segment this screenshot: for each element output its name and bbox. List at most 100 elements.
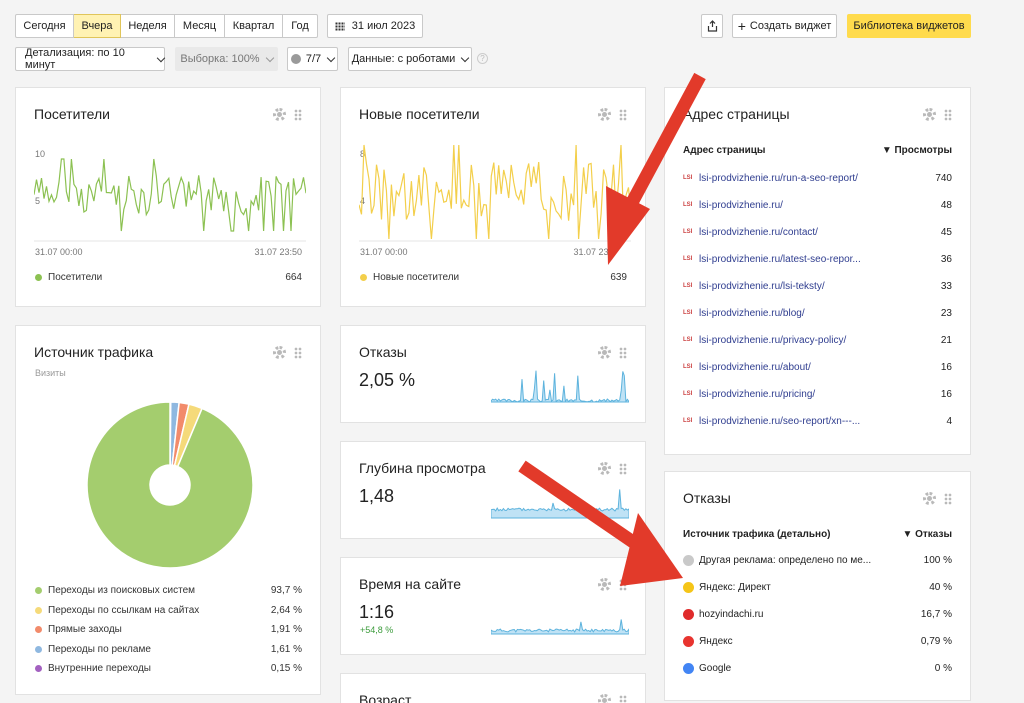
table-row[interactable]: LSI lsi-prodvizhenie.ru/run-a-seo-report/… — [683, 170, 952, 186]
segments-dropdown[interactable]: 7/7 — [287, 47, 338, 71]
column-header-bounce[interactable]: ▼ Отказы — [902, 529, 952, 540]
legend-dot — [35, 665, 42, 672]
chevron-down-icon — [326, 53, 336, 62]
share-icon — [707, 20, 717, 32]
data-filter-dropdown[interactable]: Данные: с роботами — [348, 47, 472, 71]
legend-item[interactable]: Переходы по ссылкам на сайтах — [35, 605, 199, 616]
drag-handle-icon[interactable] — [619, 108, 627, 121]
x-tick: 31.07 23: — [573, 247, 611, 257]
legend-item[interactable]: Внутренние переходы — [35, 663, 151, 674]
metric-value: 2,05 % — [359, 370, 416, 390]
page-url-link[interactable]: lsi-prodvizhenie.ru/blog/ — [699, 308, 902, 319]
widget-library-button[interactable]: Библиотека виджетов — [847, 14, 971, 38]
column-header-views[interactable]: ▼ Просмотры — [882, 145, 952, 156]
legend-dot — [35, 606, 42, 614]
segment-icon — [290, 54, 301, 64]
widget-title: Новые посетители — [359, 106, 480, 122]
bounce-by-source-widget: Отказы Источник трафика (детально) ▼ Отк… — [664, 471, 971, 701]
gear-icon[interactable] — [598, 346, 611, 359]
page-url-link[interactable]: lsi-prodvizhenie.ru/run-a-seo-report/ — [699, 173, 902, 184]
depth-sparkline — [491, 489, 629, 519]
gear-icon[interactable] — [273, 108, 286, 121]
source-icon — [683, 554, 694, 566]
page-url-link[interactable]: lsi-prodvizhenie.ru/privacy-policy/ — [699, 335, 902, 346]
gear-icon[interactable] — [923, 492, 936, 505]
site-favicon-icon: LSI — [683, 283, 693, 289]
table-row[interactable]: LSI lsi-prodvizhenie.ru/privacy-policy/21 — [683, 332, 952, 348]
date-picker-button[interactable]: 31 июл 2023 — [327, 14, 423, 38]
bounce-value: 0,79 % — [920, 635, 952, 647]
drag-handle-icon[interactable] — [294, 346, 302, 359]
site-favicon-icon: LSI — [683, 202, 693, 208]
period-year[interactable]: Год — [283, 14, 318, 38]
drag-handle-icon[interactable] — [619, 462, 627, 475]
pie-slice[interactable] — [86, 401, 254, 569]
table-row[interactable]: LSI lsi-prodvizhenie.ru/about/16 — [683, 359, 952, 375]
period-selector: Сегодня Вчера Неделя Месяц Квартал Год — [15, 14, 318, 38]
page-url-link[interactable]: lsi-prodvizhenie.ru/contact/ — [699, 227, 902, 238]
legend-item[interactable]: Переходы из поисковых систем — [35, 585, 195, 596]
table-row[interactable]: Другая реклама: определено по ме... 100 % — [683, 552, 952, 568]
source-icon — [683, 662, 694, 674]
table-row[interactable]: LSI lsi-prodvizhenie.ru/lsi-teksty/33 — [683, 278, 952, 294]
period-month[interactable]: Месяц — [175, 14, 225, 38]
gear-icon[interactable] — [273, 346, 286, 359]
gear-icon[interactable] — [598, 578, 611, 591]
chevron-down-icon — [461, 53, 470, 62]
legend-item[interactable]: Посетители — [35, 272, 102, 283]
metric-value: 1,48 — [359, 486, 395, 506]
drag-handle-icon[interactable] — [944, 108, 952, 121]
create-widget-button[interactable]: + Создать виджет — [732, 14, 837, 38]
detail-dropdown[interactable]: Детализация: по 10 минут — [15, 47, 166, 71]
legend-item[interactable]: Новые посетители — [360, 272, 459, 283]
source-name: hozyindachi.ru — [699, 608, 764, 620]
drag-handle-icon[interactable] — [619, 694, 627, 703]
page-url-link[interactable]: lsi-prodvizhenie.ru/ — [699, 200, 902, 211]
export-button[interactable] — [701, 14, 723, 38]
gear-icon[interactable] — [598, 108, 611, 121]
page-url-link[interactable]: lsi-prodvizhenie.ru/pricing/ — [699, 389, 902, 400]
page-url-link[interactable]: lsi-prodvizhenie.ru/latest-seo-repor... — [699, 254, 902, 265]
legend-item[interactable]: Прямые заходы — [35, 624, 122, 635]
table-row[interactable]: Яндекс 0,79 % — [683, 633, 952, 649]
total-value: 639 — [610, 272, 627, 283]
drag-handle-icon[interactable] — [619, 346, 627, 359]
table-row[interactable]: LSI lsi-prodvizhenie.ru/latest-seo-repor.… — [683, 251, 952, 267]
sample-dropdown[interactable]: Выборка: 100% — [175, 47, 278, 71]
source-icon — [683, 581, 694, 593]
views-value: 33 — [940, 280, 952, 292]
period-quarter[interactable]: Квартал — [225, 14, 283, 38]
gear-icon[interactable] — [923, 108, 936, 121]
gear-icon[interactable] — [598, 694, 611, 703]
page-url-link[interactable]: lsi-prodvizhenie.ru/about/ — [699, 362, 902, 373]
views-value: 16 — [940, 388, 952, 400]
source-icon — [683, 608, 694, 620]
widget-title: Отказы — [359, 344, 407, 360]
drag-handle-icon[interactable] — [944, 492, 952, 505]
period-today[interactable]: Сегодня — [15, 14, 74, 38]
drag-handle-icon[interactable] — [294, 108, 302, 121]
help-icon[interactable]: ? — [477, 53, 488, 64]
bounce-sparkline — [491, 370, 629, 403]
widget-title: Источник трафика — [34, 344, 154, 360]
legend-item[interactable]: Переходы по рекламе — [35, 644, 151, 655]
table-row[interactable]: LSI lsi-prodvizhenie.ru/pricing/16 — [683, 386, 952, 402]
views-value: 21 — [940, 334, 952, 346]
table-row[interactable]: LSI lsi-prodvizhenie.ru/48 — [683, 197, 952, 213]
period-week[interactable]: Неделя — [121, 14, 175, 38]
table-row[interactable]: LSI lsi-prodvizhenie.ru/seo-report/xn---.… — [683, 413, 952, 429]
table-row[interactable]: Яндекс: Директ 40 % — [683, 579, 952, 595]
table-row[interactable]: Google 0 % — [683, 660, 952, 676]
table-row[interactable]: LSI lsi-prodvizhenie.ru/blog/23 — [683, 305, 952, 321]
legend-dot — [35, 587, 42, 594]
legend-value: 0,15 % — [270, 663, 302, 674]
table-row[interactable]: hozyindachi.ru 16,7 % — [683, 606, 952, 622]
period-yesterday[interactable]: Вчера — [74, 14, 121, 38]
page-url-link[interactable]: lsi-prodvizhenie.ru/seo-report/xn---... — [699, 416, 902, 427]
gear-icon[interactable] — [598, 462, 611, 475]
table-row[interactable]: LSI lsi-prodvizhenie.ru/contact/45 — [683, 224, 952, 240]
page-url-link[interactable]: lsi-prodvizhenie.ru/lsi-teksty/ — [699, 281, 902, 292]
source-name: Другая реклама: определено по ме... — [699, 554, 872, 566]
drag-handle-icon[interactable] — [619, 578, 627, 591]
views-value: 23 — [940, 307, 952, 319]
